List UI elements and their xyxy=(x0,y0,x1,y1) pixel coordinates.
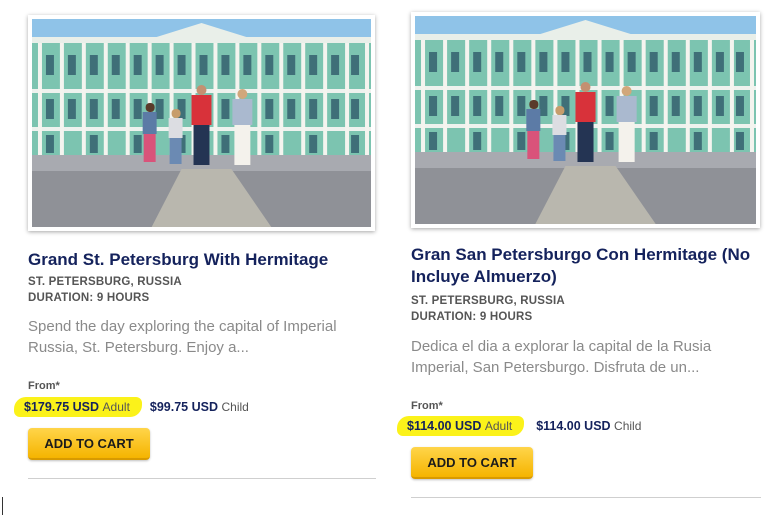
tour-photo[interactable] xyxy=(28,15,375,231)
text-cursor xyxy=(2,497,3,515)
hermitage-photo xyxy=(32,19,371,227)
adult-label: Adult xyxy=(102,400,130,414)
child-price: $99.75 USD xyxy=(149,400,219,414)
price-row: $114.00 USD Adult $114.00 USD Child xyxy=(397,416,642,436)
card-divider xyxy=(411,497,761,498)
tour-photo[interactable] xyxy=(411,12,760,228)
tour-title-link[interactable]: Gran San Petersburgo Con Hermitage (No I… xyxy=(411,244,763,288)
add-to-cart-button[interactable]: ADD TO CART xyxy=(411,447,533,479)
child-label: Child xyxy=(221,400,249,414)
from-label: From* xyxy=(411,400,443,412)
tour-meta: ST. PETERSBURG, RUSSIA DURATION: 9 HOURS xyxy=(411,293,565,325)
price-row: $179.75 USD Adult $99.75 USD Child xyxy=(14,397,249,417)
adult-price-highlight: $114.00 USD Adult xyxy=(397,416,525,436)
from-label: From* xyxy=(28,380,60,392)
tour-duration: DURATION: 9 HOURS xyxy=(411,311,533,323)
card-divider xyxy=(28,478,376,479)
adult-price: $114.00 USD xyxy=(407,419,482,433)
child-label: Child xyxy=(614,419,642,433)
adult-price: $179.75 USD xyxy=(24,400,100,414)
hermitage-photo xyxy=(415,16,756,224)
tour-description: Spend the day exploring the capital of I… xyxy=(28,318,337,356)
add-to-cart-button[interactable]: ADD TO CART xyxy=(28,428,150,460)
tour-location: ST. PETERSBURG, RUSSIA xyxy=(28,276,182,288)
tour-duration: DURATION: 9 HOURS xyxy=(28,292,150,304)
child-price: $114.00 USD xyxy=(536,419,611,433)
tour-description: Dedica el dia a explorar la capital de l… xyxy=(411,338,712,376)
tour-title-link[interactable]: Grand St. Petersburg With Hermitage xyxy=(28,249,378,271)
tour-location: ST. PETERSBURG, RUSSIA xyxy=(411,295,565,307)
adult-price-highlight: $179.75 USD Adult xyxy=(14,397,142,417)
tour-meta: ST. PETERSBURG, RUSSIA DURATION: 9 HOURS xyxy=(28,274,182,306)
adult-label: Adult xyxy=(484,419,513,433)
